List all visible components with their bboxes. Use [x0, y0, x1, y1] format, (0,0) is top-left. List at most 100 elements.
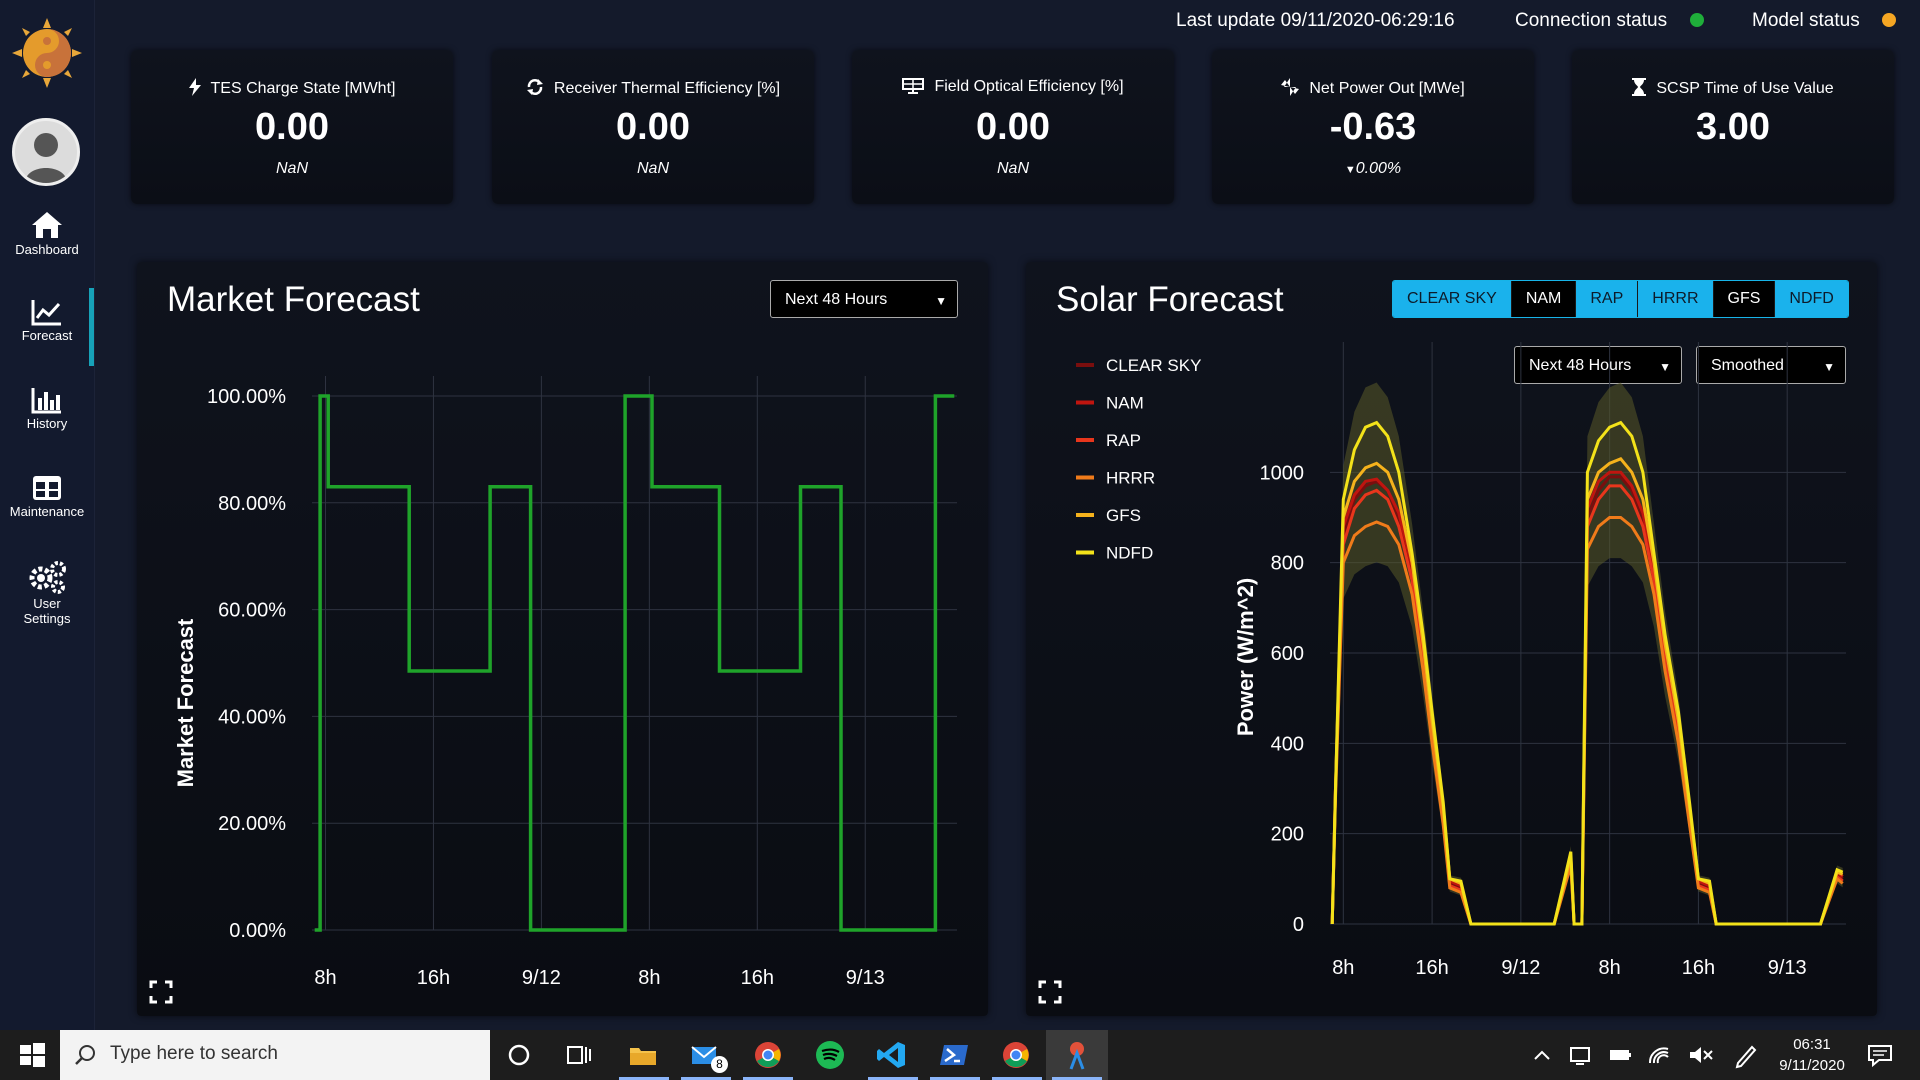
kpi-card-scsp-time-of-use: SCSP Time of Use Value 3.00	[1572, 50, 1894, 204]
legend-label: CLEAR SKY	[1106, 356, 1201, 375]
kpi-delta: NaN	[996, 160, 1029, 177]
search-placeholder: Type here to search	[110, 1043, 278, 1064]
kpi-title: Receiver Thermal Efficiency [%]	[492, 78, 814, 98]
sun-logo-icon	[12, 18, 82, 88]
y-axis-label: Market Forecast	[173, 618, 198, 787]
active-nav-indicator	[89, 288, 94, 366]
x-tick-label: 8h	[1599, 957, 1621, 979]
y-tick-label: 0	[1293, 914, 1304, 936]
kpi-value: 0.00	[255, 106, 329, 148]
taskbar-time[interactable]: 06:31	[1770, 1036, 1854, 1053]
expand-icon[interactable]	[149, 980, 173, 1004]
x-tick-label: 8h	[638, 967, 660, 989]
x-tick-label: 9/12	[1501, 957, 1540, 979]
kpi-value: 0.00	[616, 106, 690, 148]
sidebar-item-user-settings[interactable]: User Settings	[0, 560, 94, 626]
kpi-delta: NaN	[275, 160, 308, 177]
taskbar: Type here to search 8 06:31 9/11/2020	[0, 1030, 1920, 1080]
x-tick-label: 9/13	[1768, 957, 1807, 979]
volume-muted-icon[interactable]	[1684, 1039, 1716, 1071]
search-icon	[75, 1045, 95, 1065]
chrome-icon[interactable]	[752, 1039, 784, 1071]
sidebar-item-label: Dashboard	[15, 242, 79, 257]
kpi-title-text: SCSP Time of Use Value	[1656, 80, 1834, 97]
connection-status-label: Connection status	[1515, 10, 1668, 31]
taskbar-date[interactable]: 9/11/2020	[1770, 1057, 1854, 1074]
x-tick-label: 16h	[1415, 957, 1448, 979]
kpi-delta: NaN	[636, 160, 669, 177]
legend-label: NDFD	[1106, 544, 1153, 563]
y-tick-label: 20.00%	[218, 813, 286, 835]
kpi-title-text: Net Power Out [MWe]	[1309, 80, 1465, 97]
kpi-delta-text: 0.00%	[1355, 160, 1402, 177]
sidebar-item-forecast[interactable]: Forecast	[0, 298, 94, 343]
cycle-icon	[526, 79, 543, 95]
chevron-up-icon[interactable]	[1526, 1039, 1558, 1071]
sidebar-item-label: User Settings	[23, 596, 71, 626]
legend-label: NAM	[1106, 394, 1144, 413]
avatar[interactable]	[12, 118, 80, 186]
solar-forecast-panel: Solar Forecast CLEAR SKY NAM RAP HRRR GF…	[1026, 262, 1877, 1016]
wifi-icon[interactable]	[1644, 1039, 1676, 1071]
market-forecast-chart[interactable]: 0.00% 20.00% 40.00% 60.00% 80.00% 100.00% 8h 16…	[137, 262, 988, 1016]
task-view-icon[interactable]	[563, 1039, 595, 1071]
model-status-dot	[1882, 13, 1896, 27]
hourglass-icon	[1632, 78, 1647, 96]
kpi-card-tes-charge: TES Charge State [MWht] 0.00 NaN	[131, 50, 453, 204]
x-tick-label: 9/12	[522, 967, 561, 989]
kpi-value: 3.00	[1696, 106, 1770, 148]
bolt-icon	[188, 78, 201, 96]
cortana-icon[interactable]	[503, 1039, 535, 1071]
bar-chart-icon	[31, 388, 61, 414]
x-tick-label: 16h	[417, 967, 450, 989]
sidebar-item-dashboard[interactable]: Dashboard	[0, 210, 94, 257]
y-tick-label: 1000	[1260, 462, 1305, 484]
user-silhouette-icon	[25, 133, 67, 183]
home-icon	[32, 212, 62, 238]
taskbar-search-box[interactable]: Type here to search	[60, 1030, 490, 1080]
y-tick-label: 100.00%	[207, 386, 286, 408]
x-tick-label: 16h	[741, 967, 774, 989]
sidebar-item-history[interactable]: History	[0, 386, 94, 431]
grid-icon	[33, 476, 61, 500]
windows-start-icon[interactable]	[16, 1039, 48, 1071]
line-chart-icon	[31, 300, 61, 326]
y-tick-label: 40.00%	[218, 706, 286, 728]
network-display-icon[interactable]	[1564, 1039, 1596, 1071]
chrome-icon[interactable]	[1000, 1039, 1032, 1071]
kpi-delta: ▼0.00%	[1212, 160, 1534, 178]
kpi-title: Field Optical Efficiency [%]	[852, 78, 1174, 96]
power-arrows-icon	[1281, 78, 1300, 96]
y-tick-label: 0.00%	[229, 920, 286, 942]
kpi-value: -0.63	[1329, 106, 1417, 148]
x-tick-label: 8h	[1332, 957, 1354, 979]
battery-icon[interactable]	[1604, 1039, 1636, 1071]
kpi-title-text: Receiver Thermal Efficiency [%]	[553, 80, 781, 97]
spotify-icon[interactable]	[814, 1039, 846, 1071]
snipping-tool-icon[interactable]	[1061, 1039, 1093, 1071]
gears-icon	[29, 561, 66, 594]
pen-icon[interactable]	[1730, 1039, 1762, 1071]
sidebar-item-maintenance[interactable]: Maintenance	[0, 474, 94, 519]
legend-label: GFS	[1106, 506, 1141, 525]
file-explorer-icon[interactable]	[627, 1039, 659, 1071]
kpi-card-net-power-out: Net Power Out [MWe] -0.63 ▼0.00%	[1212, 50, 1534, 204]
y-tick-label: 80.00%	[218, 493, 286, 515]
expand-icon[interactable]	[1038, 980, 1062, 1004]
kpi-title: SCSP Time of Use Value	[1572, 78, 1894, 98]
legend-label: HRRR	[1106, 469, 1155, 488]
kpi-title-text: TES Charge State [MWht]	[210, 80, 396, 97]
y-tick-label: 400	[1271, 733, 1304, 755]
market-forecast-panel: Market Forecast Next 48 Hours ▼ 0.00% 20.0…	[137, 262, 988, 1016]
model-status-label: Model status	[1752, 10, 1860, 31]
x-tick-label: 16h	[1682, 957, 1715, 979]
connection-status-dot	[1690, 13, 1704, 27]
kpi-card-receiver-efficiency: Receiver Thermal Efficiency [%] 0.00 NaN	[492, 50, 814, 204]
notifications-icon[interactable]	[1864, 1039, 1896, 1071]
solar-series-line	[1330, 420, 1844, 926]
solar-forecast-chart[interactable]: 0 200 400 600 800 1000 8h 16h 9/12 8h 16h 9/13 Power…	[1026, 262, 1877, 1016]
powershell-icon[interactable]	[938, 1039, 970, 1071]
vscode-icon[interactable]	[876, 1039, 908, 1071]
kpi-title: Net Power Out [MWe]	[1212, 78, 1534, 98]
sidebar-item-label: Forecast	[21, 328, 73, 343]
